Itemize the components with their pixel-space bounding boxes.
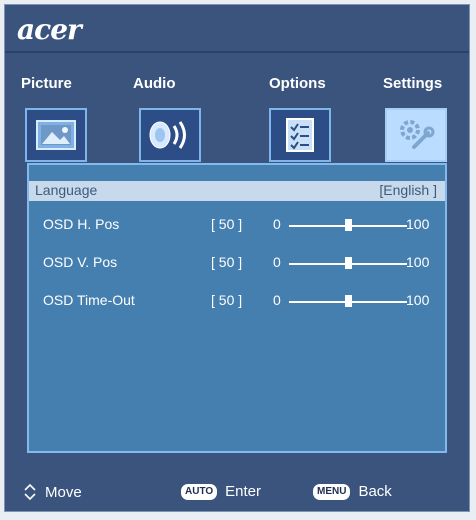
osd-v-pos-label: OSD V. Pos <box>43 254 118 270</box>
language-label: Language <box>35 182 98 198</box>
osd-time-out-row[interactable]: OSD Time-Out [ 50 ] 0 100 <box>29 290 445 312</box>
tab-settings-label[interactable]: Settings <box>383 75 442 92</box>
osd-frame: acer Picture Audio Options Settings Lang… <box>4 4 470 512</box>
language-value: [English ] <box>379 182 437 198</box>
tab-picture-label[interactable]: Picture <box>21 75 72 92</box>
tab-audio[interactable] <box>139 108 201 162</box>
enter-hint: AUTO Enter <box>181 483 261 500</box>
osd-v-pos-row[interactable]: OSD V. Pos [ 50 ] 0 100 <box>29 252 445 274</box>
slider-min-label: 0 <box>273 216 281 232</box>
auto-key-badge: AUTO <box>181 483 218 500</box>
tab-picture[interactable] <box>25 108 87 162</box>
move-hint: Move <box>23 483 82 501</box>
tab-settings[interactable] <box>385 108 447 162</box>
osd-v-pos-slider-knob[interactable] <box>344 257 352 269</box>
header-divider <box>5 51 469 53</box>
language-row[interactable]: Language [English ] <box>29 181 445 201</box>
move-label: Move <box>45 483 82 501</box>
slider-max-label: 100 <box>406 292 430 308</box>
osd-h-pos-row[interactable]: OSD H. Pos [ 50 ] 0 100 <box>29 214 445 236</box>
acer-logo: acer <box>17 13 82 46</box>
osd-time-out-slider-knob[interactable] <box>344 295 352 307</box>
slider-max-label: 100 <box>406 216 430 232</box>
osd-h-pos-value: [ 50 ] <box>211 216 243 232</box>
tab-audio-label[interactable]: Audio <box>133 75 176 92</box>
speaker-icon <box>149 121 186 149</box>
tab-options[interactable] <box>269 108 331 162</box>
up-down-arrows-icon <box>24 483 36 501</box>
osd-v-pos-value: [ 50 ] <box>211 254 243 270</box>
slider-min-label: 0 <box>273 254 281 270</box>
footer-hints: Move AUTO Enter MENU Back <box>5 465 469 513</box>
back-hint: MENU Back <box>313 483 392 500</box>
osd-time-out-value: [ 50 ] <box>211 292 243 308</box>
picture-icon <box>36 120 76 150</box>
wrench-gear-icon <box>400 120 435 149</box>
tab-options-label[interactable]: Options <box>269 75 326 92</box>
osd-screen: acer Picture Audio Options Settings Lang… <box>0 0 476 520</box>
slider-min-label: 0 <box>273 292 281 308</box>
osd-h-pos-slider-knob[interactable] <box>344 219 352 231</box>
settings-panel: Language [English ] OSD H. Pos [ 50 ] 0 … <box>27 163 447 453</box>
options-list-icon <box>286 118 314 152</box>
back-label: Back <box>358 483 392 500</box>
osd-h-pos-label: OSD H. Pos <box>43 216 120 232</box>
menu-key-badge: MENU <box>313 483 351 500</box>
slider-max-label: 100 <box>406 254 430 270</box>
enter-label: Enter <box>225 483 262 500</box>
osd-time-out-label: OSD Time-Out <box>43 292 135 308</box>
